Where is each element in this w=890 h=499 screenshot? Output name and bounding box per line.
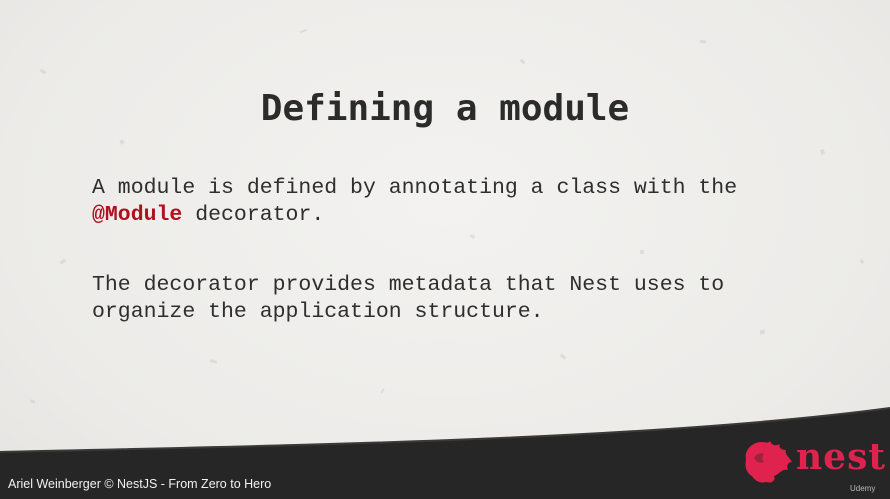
nest-cat-logo-icon	[745, 441, 792, 483]
nest-logo-text: nest	[796, 436, 886, 478]
udemy-watermark: Udemy	[850, 484, 876, 493]
footer-band	[0, 407, 890, 499]
footer-author: Ariel Weinberger © NestJS - From Zero to…	[8, 477, 272, 491]
